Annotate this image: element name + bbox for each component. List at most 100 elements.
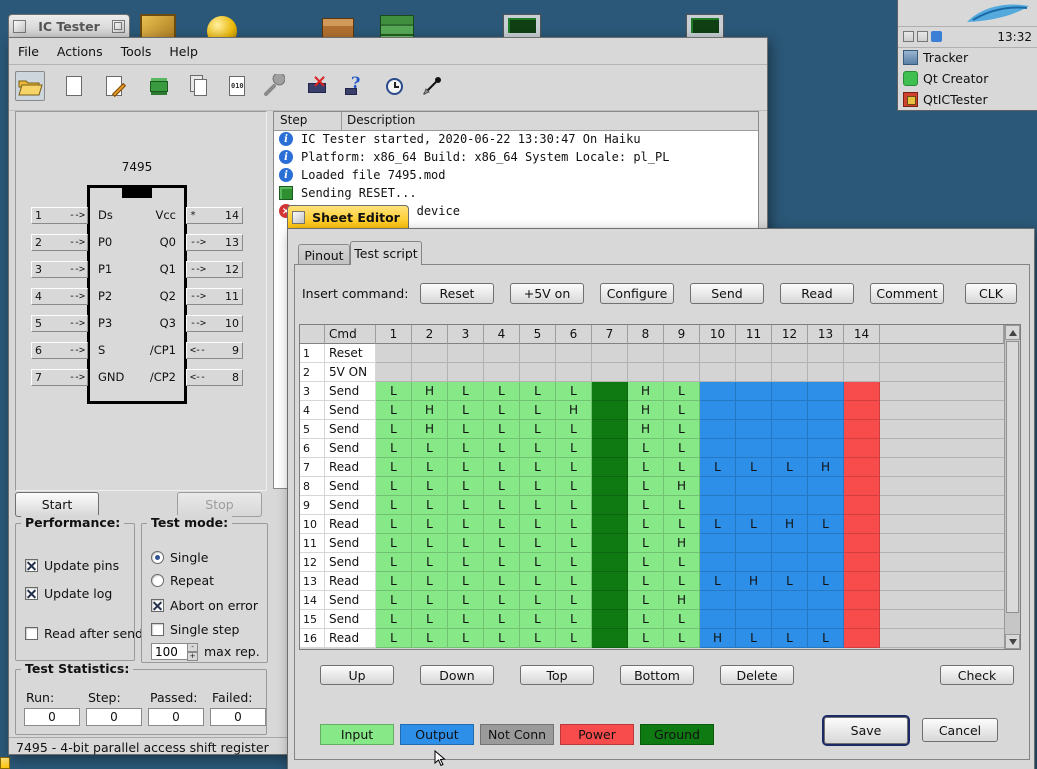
- cell-r8-c4[interactable]: L: [484, 477, 520, 496]
- cell-r8-c14[interactable]: [844, 477, 880, 496]
- cell-r9-c6[interactable]: L: [556, 496, 592, 515]
- row-command[interactable]: Send: [325, 420, 376, 439]
- cell-r12-c13[interactable]: [808, 553, 844, 572]
- cell-r10-c14[interactable]: [844, 515, 880, 534]
- row-command[interactable]: 5V ON: [325, 363, 376, 382]
- cell-r4-c3[interactable]: L: [448, 401, 484, 420]
- cell-r3-c9[interactable]: L: [664, 382, 700, 401]
- cell-r11-c13[interactable]: [808, 534, 844, 553]
- cell-r14-c3[interactable]: L: [448, 591, 484, 610]
- cell-r1-c4[interactable]: [484, 344, 520, 363]
- cell-r15-c9[interactable]: L: [664, 610, 700, 629]
- cell-r4-c12[interactable]: [772, 401, 808, 420]
- cell-r6-c8[interactable]: L: [628, 439, 664, 458]
- cell-r16-c10[interactable]: H: [700, 629, 736, 648]
- cell-r13-c1[interactable]: L: [376, 572, 412, 591]
- cell-r8-c2[interactable]: L: [412, 477, 448, 496]
- cell-r3-c5[interactable]: L: [520, 382, 556, 401]
- row-number[interactable]: 14: [300, 591, 325, 610]
- deskbar-app-tracker[interactable]: Tracker: [898, 47, 1037, 68]
- cell-r5-c7[interactable]: [592, 420, 628, 439]
- cell-r6-c4[interactable]: L: [484, 439, 520, 458]
- cell-r1-c14[interactable]: [844, 344, 880, 363]
- cell-r11-c14[interactable]: [844, 534, 880, 553]
- cell-r6-c3[interactable]: L: [448, 439, 484, 458]
- cell-r1-c3[interactable]: [448, 344, 484, 363]
- cell-r14-c9[interactable]: H: [664, 591, 700, 610]
- cell-r16-c1[interactable]: L: [376, 629, 412, 648]
- cell-r1-c1[interactable]: [376, 344, 412, 363]
- cell-r11-c10[interactable]: [700, 534, 736, 553]
- row-number[interactable]: 13: [300, 572, 325, 591]
- cell-r4-c11[interactable]: [736, 401, 772, 420]
- cell-r16-c11[interactable]: L: [736, 629, 772, 648]
- cell-r6-c2[interactable]: L: [412, 439, 448, 458]
- save-button[interactable]: Save: [824, 717, 908, 744]
- log-column-step[interactable]: Step: [274, 112, 342, 130]
- cell-r5-c12[interactable]: [772, 420, 808, 439]
- tab-pinout[interactable]: Pinout: [298, 244, 350, 265]
- cell-r2-c3[interactable]: [448, 363, 484, 382]
- insert-configure-button[interactable]: Configure: [600, 283, 674, 304]
- cell-r10-c12[interactable]: H: [772, 515, 808, 534]
- cell-r1-c6[interactable]: [556, 344, 592, 363]
- cell-r8-c3[interactable]: L: [448, 477, 484, 496]
- cell-r13-c5[interactable]: L: [520, 572, 556, 591]
- start-button[interactable]: Start: [15, 492, 99, 517]
- cell-r12-c11[interactable]: [736, 553, 772, 572]
- cell-r6-c6[interactable]: L: [556, 439, 592, 458]
- log-entry[interactable]: iPlatform: x86_64 Build: x86_64 System L…: [274, 148, 758, 166]
- cell-r10-c9[interactable]: L: [664, 515, 700, 534]
- cell-r2-c2[interactable]: [412, 363, 448, 382]
- cell-r5-c8[interactable]: H: [628, 420, 664, 439]
- checkbox-single-step[interactable]: Single step: [151, 622, 239, 637]
- cell-r15-c10[interactable]: [700, 610, 736, 629]
- cell-r12-c2[interactable]: L: [412, 553, 448, 572]
- row-number[interactable]: 3: [300, 382, 325, 401]
- cell-r10-c4[interactable]: L: [484, 515, 520, 534]
- cell-r14-c11[interactable]: [736, 591, 772, 610]
- row-number[interactable]: 8: [300, 477, 325, 496]
- cell-r4-c5[interactable]: L: [520, 401, 556, 420]
- row-command[interactable]: Read: [325, 458, 376, 477]
- cell-r13-c8[interactable]: L: [628, 572, 664, 591]
- cell-r9-c3[interactable]: L: [448, 496, 484, 515]
- cell-r13-c11[interactable]: H: [736, 572, 772, 591]
- clock[interactable]: 13:32: [997, 30, 1032, 44]
- cell-r16-c2[interactable]: L: [412, 629, 448, 648]
- cell-r12-c4[interactable]: L: [484, 553, 520, 572]
- cell-r15-c3[interactable]: L: [448, 610, 484, 629]
- cell-r2-c4[interactable]: [484, 363, 520, 382]
- row-command[interactable]: Send: [325, 591, 376, 610]
- cell-r15-c7[interactable]: [592, 610, 628, 629]
- cell-r10-c8[interactable]: L: [628, 515, 664, 534]
- tray-app-icon[interactable]: [931, 31, 942, 42]
- row-number[interactable]: 15: [300, 610, 325, 629]
- cell-r7-c13[interactable]: H: [808, 458, 844, 477]
- down-button[interactable]: Down: [420, 665, 494, 685]
- cell-r12-c1[interactable]: L: [376, 553, 412, 572]
- chips-icon[interactable]: [144, 71, 174, 101]
- deskbar-app-qtictester[interactable]: QtICTester: [898, 89, 1037, 110]
- cell-r2-c14[interactable]: [844, 363, 880, 382]
- cell-r10-c6[interactable]: L: [556, 515, 592, 534]
- cell-r2-c12[interactable]: [772, 363, 808, 382]
- close-icon[interactable]: [292, 211, 305, 224]
- cell-r6-c9[interactable]: L: [664, 439, 700, 458]
- cell-r11-c3[interactable]: L: [448, 534, 484, 553]
- scroll-up-icon[interactable]: [1005, 325, 1020, 340]
- cell-r4-c2[interactable]: H: [412, 401, 448, 420]
- cell-r3-c2[interactable]: H: [412, 382, 448, 401]
- log-entry[interactable]: iIC Tester started, 2020-06-22 13:30:47 …: [274, 130, 758, 148]
- cell-r9-c5[interactable]: L: [520, 496, 556, 515]
- cell-r8-c11[interactable]: [736, 477, 772, 496]
- insert-reset-button[interactable]: Reset: [420, 283, 494, 304]
- cell-r1-c7[interactable]: [592, 344, 628, 363]
- cell-r6-c1[interactable]: L: [376, 439, 412, 458]
- cell-r7-c8[interactable]: L: [628, 458, 664, 477]
- cell-r13-c14[interactable]: [844, 572, 880, 591]
- cell-r7-c11[interactable]: L: [736, 458, 772, 477]
- cell-r10-c10[interactable]: L: [700, 515, 736, 534]
- cell-r3-c8[interactable]: H: [628, 382, 664, 401]
- cell-r11-c6[interactable]: L: [556, 534, 592, 553]
